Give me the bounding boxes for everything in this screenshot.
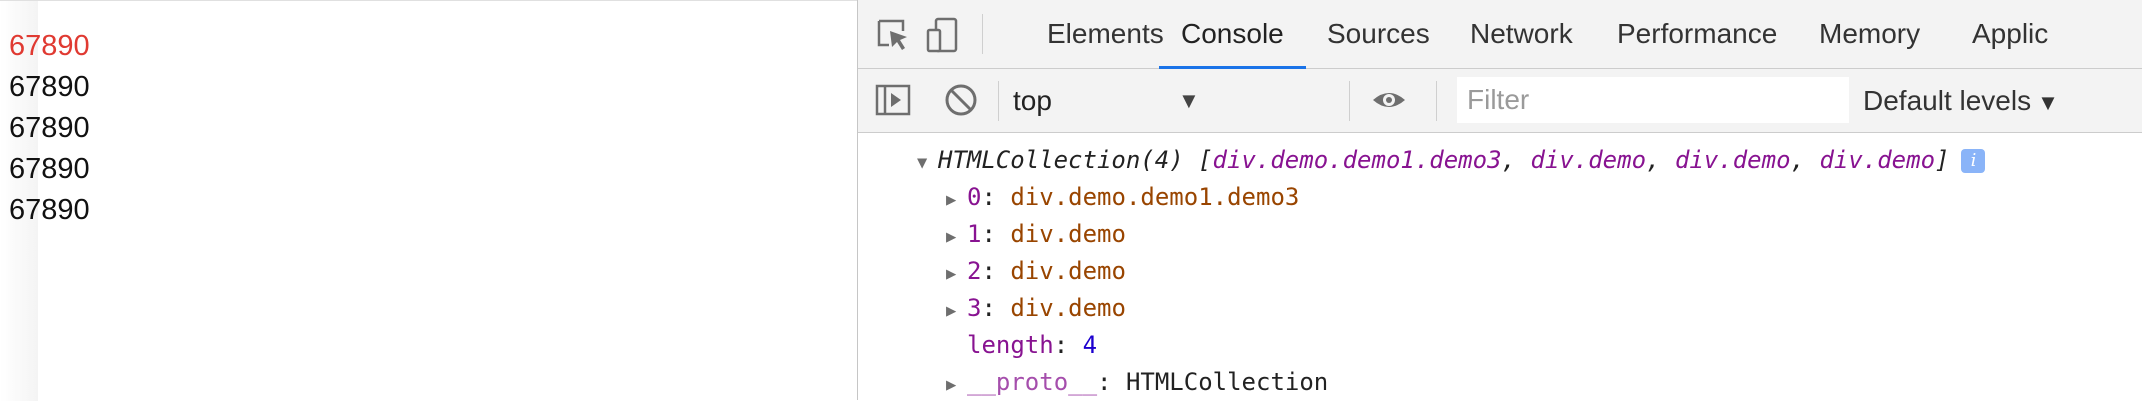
- devtools-tabbar: Elements Console Sources Network Perform…: [858, 0, 2142, 69]
- filter-input[interactable]: [1457, 77, 1849, 123]
- length-property: length: 4: [967, 331, 1098, 359]
- demo-item: 67890: [9, 194, 90, 226]
- toolbar-divider: [998, 81, 999, 121]
- entry-value: div.demo: [1010, 257, 1126, 285]
- devtools-panel: Elements Console Sources Network Perform…: [857, 0, 2142, 400]
- collection-entry[interactable]: ▶ 0: div.demo.demo1.demo3: [946, 179, 1299, 216]
- collection-item: div.demo: [1819, 146, 1936, 174]
- dropdown-caret-icon: ▼: [1178, 88, 1200, 113]
- collection-summary[interactable]: ▼ HTMLCollection(4) [div.demo.demo1.demo3…: [917, 142, 1986, 182]
- info-icon[interactable]: i: [1961, 149, 1986, 173]
- separator: ,: [1646, 146, 1675, 174]
- entry-value: div.demo.demo1.demo3: [1010, 183, 1300, 211]
- default-levels-label: Default levels: [1863, 85, 2032, 116]
- sidebar-toggle-icon[interactable]: [874, 81, 912, 119]
- eye-icon[interactable]: [1370, 81, 1408, 119]
- bracket: ]: [1935, 146, 1950, 174]
- bracket: [: [1198, 146, 1213, 174]
- toolbar-divider: [1349, 81, 1350, 121]
- entry-key: 0: [967, 183, 982, 211]
- console-output: ▼ HTMLCollection(4) [div.demo.demo1.demo3…: [858, 133, 2142, 400]
- collection-entry[interactable]: ▶ 3: div.demo: [946, 290, 1126, 327]
- tab-application[interactable]: Applic: [1950, 0, 2070, 68]
- demo-item: 67890: [9, 153, 90, 185]
- context-value: top: [1013, 85, 1052, 116]
- demo-item: 67890: [9, 30, 90, 62]
- console-toolbar: top ▼ Default levels▼: [858, 69, 2142, 133]
- device-toolbar-icon[interactable]: [924, 16, 962, 54]
- collection-item: div.demo.demo1.demo3: [1212, 146, 1502, 174]
- toolbar-divider: [1436, 81, 1437, 121]
- property-value: HTMLCollection: [1125, 368, 1329, 396]
- toolbar-divider: [982, 14, 983, 54]
- separator: ,: [1790, 146, 1820, 174]
- collection-entry[interactable]: ▶ 1: div.demo: [946, 216, 1126, 253]
- entry-value: div.demo: [1010, 294, 1126, 322]
- tab-memory[interactable]: Memory: [1797, 0, 1942, 68]
- collection-entry[interactable]: ▶ 2: div.demo: [946, 253, 1126, 290]
- clear-console-icon[interactable]: [942, 81, 980, 119]
- tab-performance[interactable]: Performance: [1595, 0, 1799, 68]
- demo-item: 67890: [9, 112, 90, 144]
- demo-list: 67890 67890 67890 67890 67890: [9, 26, 90, 231]
- expand-triangle-icon[interactable]: ▶: [946, 219, 967, 256]
- default-levels-dropdown[interactable]: Default levels ▼: [1863, 69, 2059, 134]
- property-value: 4: [1082, 331, 1098, 359]
- separator: ,: [1501, 146, 1531, 174]
- inspect-element-icon[interactable]: [874, 16, 912, 54]
- page-content: 67890 67890 67890 67890 67890: [0, 0, 857, 401]
- property-key: __proto__: [967, 368, 1098, 396]
- collection-item: div.demo: [1674, 146, 1791, 174]
- context-selector[interactable]: top ▼: [1013, 69, 1203, 132]
- tab-sources[interactable]: Sources: [1305, 0, 1452, 68]
- expand-triangle-icon[interactable]: ▶: [946, 293, 967, 330]
- dropdown-caret-icon: ▼: [2037, 90, 2059, 115]
- entry-value: div.demo: [1010, 220, 1126, 248]
- expand-triangle-icon[interactable]: ▼: [917, 145, 938, 182]
- collection-item: div.demo: [1530, 146, 1647, 174]
- proto-property[interactable]: ▶ __proto__: HTMLCollection: [946, 364, 1328, 401]
- collection-label: HTMLCollection(4): [938, 146, 1184, 174]
- expand-triangle-icon[interactable]: ▶: [946, 367, 967, 404]
- entry-key: 2: [967, 257, 982, 285]
- property-key: length: [967, 331, 1054, 359]
- tab-console[interactable]: Console: [1159, 0, 1306, 69]
- entry-key: 3: [967, 294, 982, 322]
- tab-network[interactable]: Network: [1448, 0, 1595, 68]
- expand-triangle-icon[interactable]: ▶: [946, 256, 967, 293]
- entry-key: 1: [967, 220, 982, 248]
- expand-triangle-icon[interactable]: ▶: [946, 182, 967, 219]
- demo-item: 67890: [9, 71, 90, 103]
